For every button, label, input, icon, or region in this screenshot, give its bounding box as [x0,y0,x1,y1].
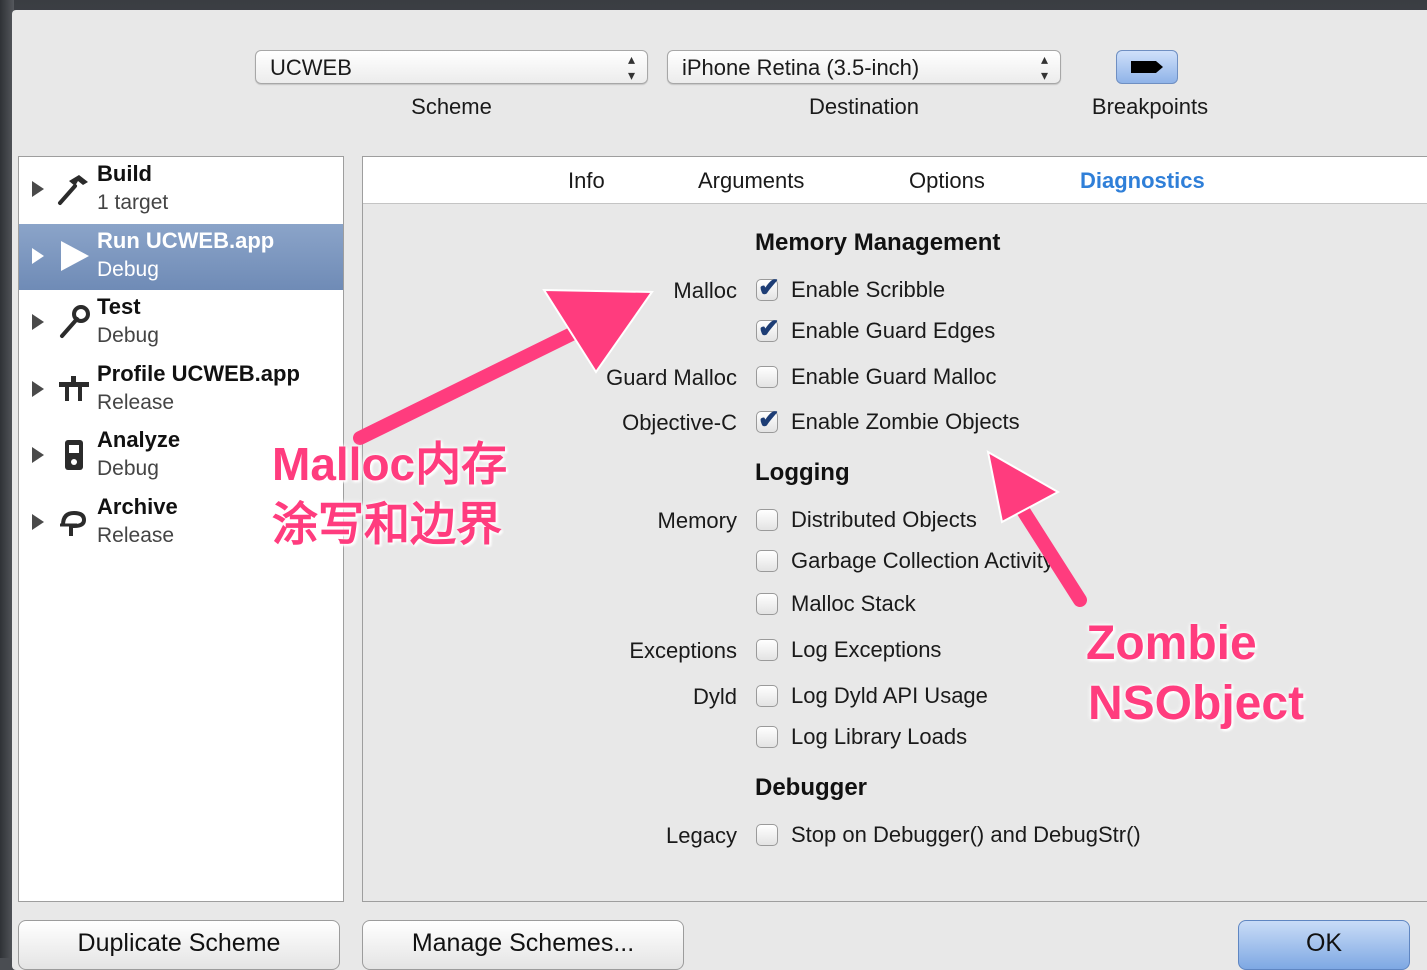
zombie-annotation-line2: NSObject [1088,677,1305,730]
malloc-arrow-icon [353,288,654,445]
annotation-arrows [353,288,1087,607]
zombie-annotation-line1: Zombie [1086,617,1257,670]
zombie-arrow-icon [986,450,1087,607]
malloc-annotation-line1: Malloc内存 [272,438,508,490]
malloc-annotation-line2: 涂写和边界 [272,498,502,550]
